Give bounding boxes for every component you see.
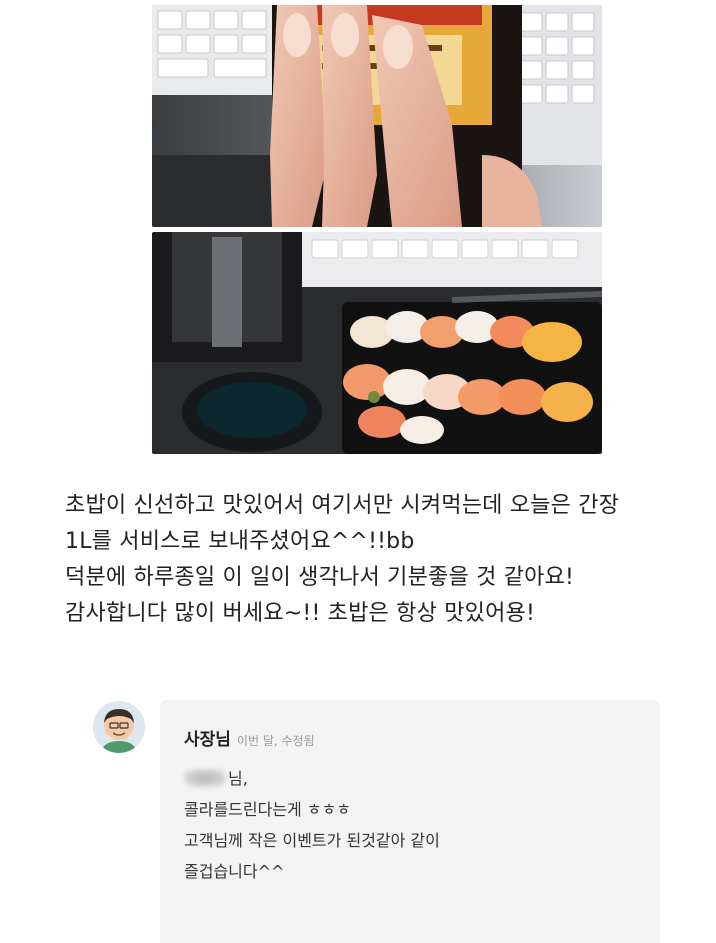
sushi-box-photo <box>152 232 602 454</box>
soy-sauce-bottle-photo <box>152 5 602 227</box>
greeting-suffix: 님, <box>228 769 248 788</box>
reply-author: 사장님 <box>184 730 231 750</box>
reply-meta: 이번 달, 수정됨 <box>236 734 315 748</box>
reply-line: 즐겁습니다^^ <box>184 862 285 881</box>
review-photo-2[interactable] <box>152 232 602 454</box>
reply-line: 고객님께 작은 이벤트가 된것같아 같이 <box>184 831 440 850</box>
review-line: 1L를 서비스로 보내주셨어요^^!!bb <box>65 529 415 554</box>
blurred-customer-name <box>184 769 226 787</box>
review-line: 감사합니다 많이 버세요~!! 초밥은 항상 맛있어용! <box>65 601 536 626</box>
reply-line: 콜라를드린다는게 ㅎㅎㅎ <box>184 800 352 819</box>
review-text: 초밥이 신선하고 맛있어서 여기서만 시켜먹는데 오늘은 간장 1L를 서비스로… <box>65 488 705 632</box>
owner-avatar[interactable] <box>93 701 145 753</box>
review-line: 초밥이 신선하고 맛있어서 여기서만 시켜먹는데 오늘은 간장 <box>65 493 620 518</box>
reply-greeting: 님, <box>184 763 644 794</box>
owner-avatar-image <box>93 701 145 753</box>
reply-body: 님, 콜라를드린다는게 ㅎㅎㅎ 고객님께 작은 이벤트가 된것같아 같이 즐겁습… <box>184 763 644 887</box>
owner-reply: 사장님 이번 달, 수정됨 님, 콜라를드린다는게 ㅎㅎㅎ 고객님께 작은 이벤트… <box>160 700 660 943</box>
reply-header: 사장님 이번 달, 수정됨 <box>184 725 315 750</box>
review-photo-1[interactable] <box>152 5 602 227</box>
review-line: 덕분에 하루종일 이 일이 생각나서 기분좋을 것 같아요! <box>65 565 575 590</box>
